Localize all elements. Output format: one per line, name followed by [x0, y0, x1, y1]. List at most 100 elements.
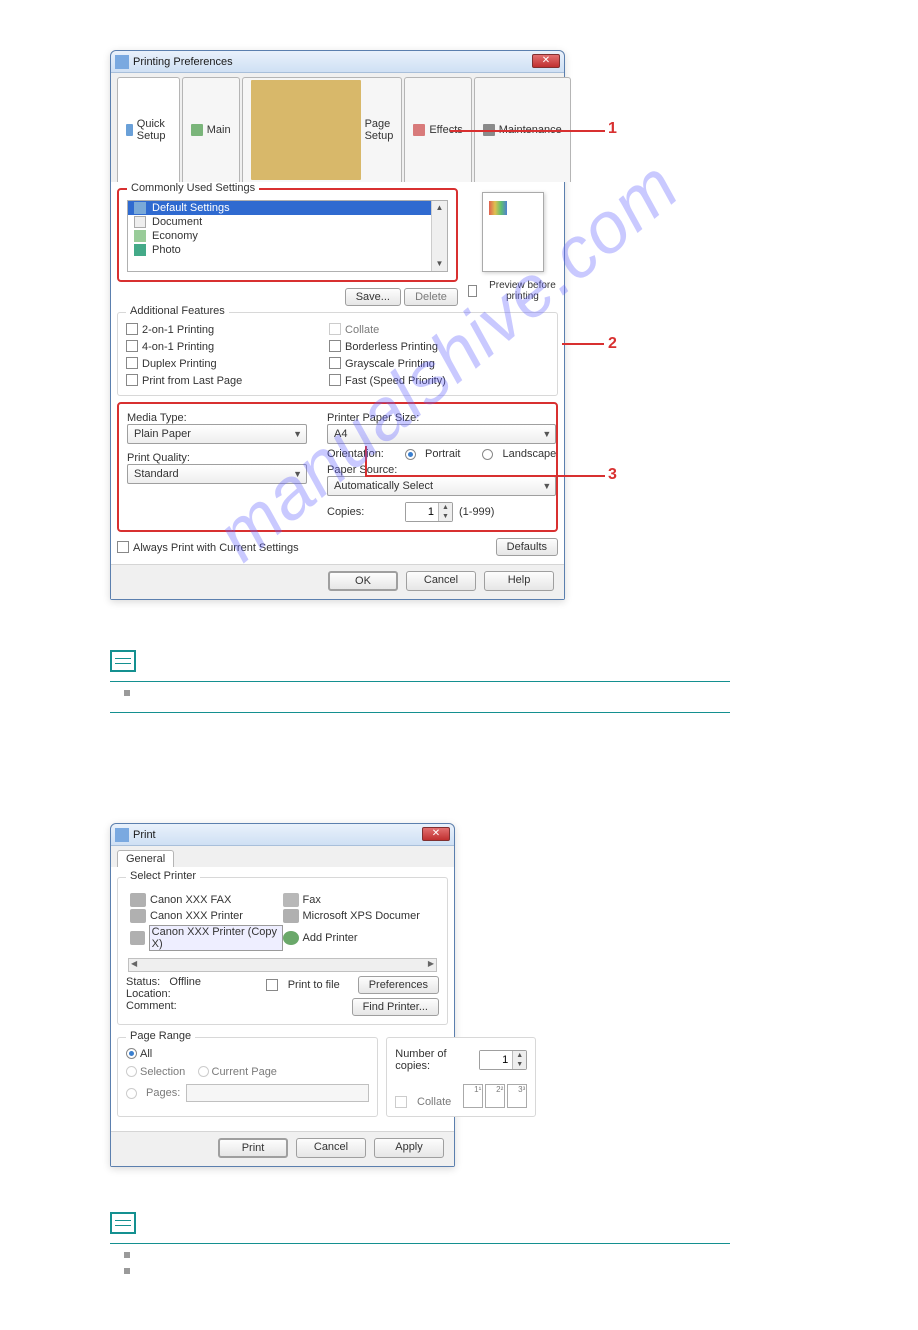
chk-4on1[interactable]	[126, 340, 138, 352]
label-fast: Fast (Speed Priority)	[345, 375, 446, 387]
printer-icon	[130, 893, 146, 907]
label-2on1: 2-on-1 Printing	[142, 324, 214, 336]
list-item-document[interactable]: Document	[128, 215, 431, 229]
tab-general[interactable]: General	[117, 850, 174, 867]
ok-button[interactable]: OK	[328, 571, 398, 591]
collate-icon: 1¹ 2² 3³	[463, 1084, 527, 1108]
chk-print-to-file[interactable]	[266, 979, 278, 991]
tab-quick-setup[interactable]: Quick Setup	[117, 77, 180, 182]
copies-input[interactable]	[406, 503, 438, 521]
copies-range: (1-999)	[459, 506, 494, 518]
radio-all[interactable]	[126, 1048, 137, 1059]
help-button[interactable]: Help	[484, 571, 554, 591]
label-current: Current Page	[212, 1066, 277, 1078]
label-selection: Selection	[140, 1066, 185, 1078]
label-lastpage: Print from Last Page	[142, 375, 242, 387]
note-icon	[110, 650, 136, 672]
label-print-to-file: Print to file	[288, 979, 340, 991]
pages-input	[186, 1084, 369, 1102]
defaults-button[interactable]: Defaults	[496, 538, 558, 556]
num-copies-input[interactable]	[480, 1051, 512, 1069]
printer-item[interactable]: Canon XXX FAX	[130, 892, 283, 908]
hscrollbar[interactable]: ◀▶	[128, 958, 437, 972]
scrollbar[interactable]: ▲▼	[431, 201, 447, 271]
location-label: Location:	[126, 988, 266, 1000]
add-printer-item[interactable]: Add Printer	[283, 924, 436, 952]
note-icon	[110, 1212, 136, 1234]
printer-item-selected[interactable]: Canon XXX Printer (Copy X)	[130, 924, 283, 952]
page-setup-icon	[251, 80, 361, 180]
chk-duplex[interactable]	[126, 357, 138, 369]
cancel-button[interactable]: Cancel	[406, 571, 476, 591]
media-settings-block: Media Type: Plain Paper▼ Print Quality: …	[117, 402, 558, 532]
print-button[interactable]: Print	[218, 1138, 288, 1158]
paper-size-select[interactable]: A4▼	[327, 424, 556, 444]
select-printer-group: Select Printer Canon XXX FAX Fax Canon X…	[117, 877, 448, 1025]
chk-lastpage[interactable]	[126, 374, 138, 386]
comment-label: Comment:	[126, 1000, 266, 1012]
preview-icon	[482, 192, 544, 272]
preview-checkbox[interactable]	[468, 285, 477, 297]
orientation-label: Orientation:	[327, 448, 399, 460]
chk-2on1[interactable]	[126, 323, 138, 335]
preview-label: Preview before printing	[487, 280, 558, 302]
radio-current	[198, 1066, 209, 1077]
settings-listbox[interactable]: Default Settings Document Economy Photo …	[127, 200, 448, 272]
list-item-default[interactable]: Default Settings	[128, 201, 431, 215]
printer-item[interactable]: Microsoft XPS Documer	[283, 908, 436, 924]
chk-collate	[395, 1096, 407, 1108]
titlebar: Printing Preferences ✕	[111, 51, 564, 73]
additional-features-group: Additional Features 2-on-1 Printing 4-on…	[117, 312, 558, 396]
paper-source-select[interactable]: Automatically Select▼	[327, 476, 556, 496]
printer-icon	[283, 909, 299, 923]
window-icon	[115, 828, 129, 842]
print-window: Print ✕ General Select Printer Canon XXX…	[110, 823, 455, 1167]
tab-page-setup[interactable]: Page Setup	[242, 77, 403, 182]
bullet-icon	[124, 690, 130, 696]
copies-group: Number of copies: ▲▼ Collate 1¹ 2²	[386, 1037, 536, 1117]
list-item-economy[interactable]: Economy	[128, 229, 431, 243]
effects-icon	[413, 124, 425, 136]
radio-portrait[interactable]	[405, 449, 416, 460]
printer-icon	[130, 909, 146, 923]
num-copies-spinner[interactable]: ▲▼	[479, 1050, 527, 1070]
label-duplex: Duplex Printing	[142, 358, 217, 370]
media-type-label: Media Type:	[127, 412, 307, 424]
close-icon[interactable]: ✕	[532, 54, 560, 68]
group-legend: Additional Features	[126, 305, 229, 317]
print-quality-select[interactable]: Standard▼	[127, 464, 307, 484]
label-all: All	[140, 1048, 152, 1060]
media-type-select[interactable]: Plain Paper▼	[127, 424, 307, 444]
apply-button[interactable]: Apply	[374, 1138, 444, 1158]
find-printer-button[interactable]: Find Printer...	[352, 998, 439, 1016]
cancel-button[interactable]: Cancel	[296, 1138, 366, 1158]
delete-button[interactable]: Delete	[404, 288, 458, 306]
chk-borderless[interactable]	[329, 340, 341, 352]
tab-bar: Quick Setup Main Page Setup Effects Main…	[111, 73, 564, 182]
radio-landscape[interactable]	[482, 449, 493, 460]
chk-always-print[interactable]	[117, 541, 129, 553]
status-label: Status:	[126, 976, 160, 988]
status-value: Offline	[169, 976, 201, 988]
close-icon[interactable]: ✕	[422, 827, 450, 841]
window-title: Print	[133, 829, 156, 841]
tab-main[interactable]: Main	[182, 77, 240, 182]
fax-icon	[283, 893, 299, 907]
printer-item[interactable]: Canon XXX Printer	[130, 908, 283, 924]
printer-item[interactable]: Fax	[283, 892, 436, 908]
radio-pages	[126, 1088, 137, 1099]
chk-collate-af	[329, 323, 341, 335]
radio-selection	[126, 1066, 137, 1077]
list-item-photo[interactable]: Photo	[128, 243, 431, 257]
label-always-print: Always Print with Current Settings	[133, 542, 299, 554]
chk-grayscale[interactable]	[329, 357, 341, 369]
save-button[interactable]: Save...	[345, 288, 401, 306]
add-icon	[283, 931, 299, 945]
copies-spinner[interactable]: ▲▼	[405, 502, 453, 522]
bullet-icon	[124, 1252, 130, 1258]
label-collate-af: Collate	[345, 324, 379, 336]
commonly-used-settings-group: Commonly Used Settings Default Settings …	[117, 188, 458, 282]
preferences-button[interactable]: Preferences	[358, 976, 439, 994]
chk-fast[interactable]	[329, 374, 341, 386]
label-borderless: Borderless Printing	[345, 341, 438, 353]
